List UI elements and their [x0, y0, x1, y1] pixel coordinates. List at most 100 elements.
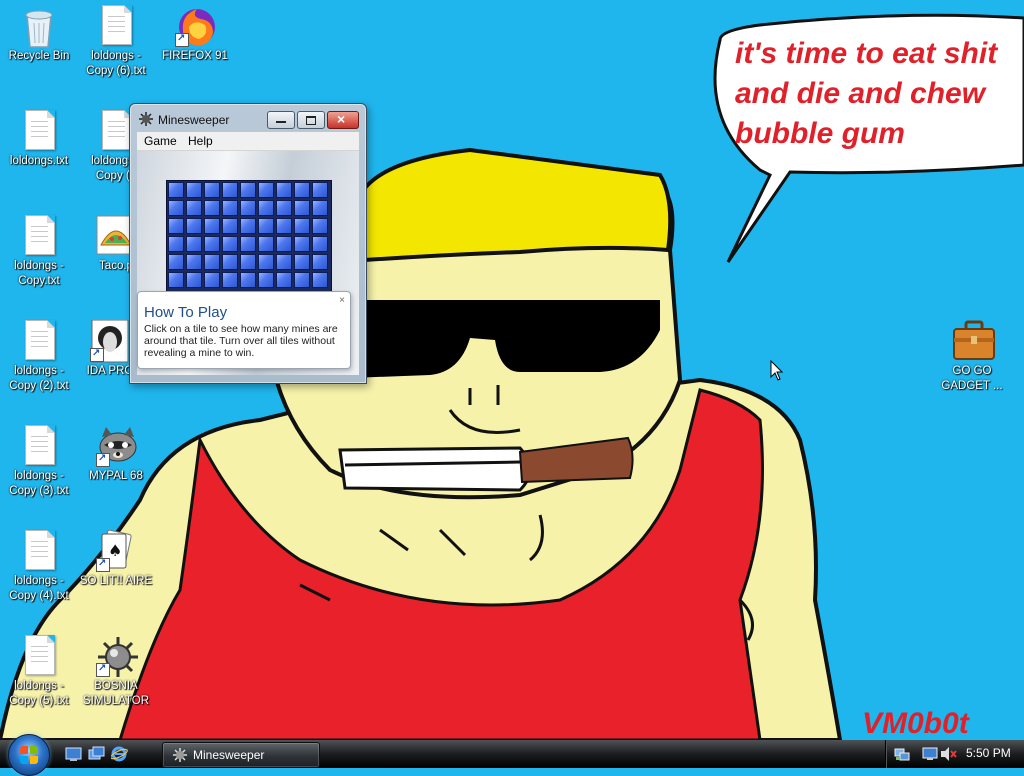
internet-explorer-icon[interactable] — [110, 746, 128, 762]
mine-tile[interactable] — [312, 236, 328, 252]
mine-tile[interactable] — [168, 218, 184, 234]
text-file-icon[interactable]: loldongs - Copy (3).txt — [1, 425, 77, 499]
mine-tile[interactable] — [258, 218, 274, 234]
mine-tile[interactable] — [186, 200, 202, 216]
mine-tile[interactable] — [312, 272, 328, 288]
gadget-icon-item[interactable]: GO GO GADGET ... — [934, 320, 1010, 394]
mine-tile[interactable] — [222, 254, 238, 270]
menu-game[interactable]: Game — [144, 134, 177, 148]
text-file-icon[interactable]: loldongs.txt — [1, 110, 77, 169]
text-file-icon[interactable]: loldongs - Copy.txt — [1, 215, 77, 289]
mine-tile[interactable] — [204, 200, 220, 216]
mine-tile[interactable] — [204, 272, 220, 288]
mine-tile[interactable] — [168, 236, 184, 252]
mine-tile[interactable] — [186, 272, 202, 288]
icon-label: loldongs - Copy (6).txt — [86, 50, 146, 77]
icon-label: loldongs - Copy (5).txt — [9, 680, 69, 707]
volume-muted-icon[interactable] — [940, 746, 958, 767]
mine-tile[interactable] — [294, 254, 310, 270]
mine-tile[interactable] — [204, 236, 220, 252]
mine-tile[interactable] — [294, 182, 310, 198]
firefox-shortcut-icon[interactable]: FIREFOX 91 — [157, 5, 233, 64]
mine-tile[interactable] — [186, 182, 202, 198]
mine-tile[interactable] — [312, 182, 328, 198]
icon-label: SO LIT!! AIRE — [79, 575, 153, 587]
mine-tile[interactable] — [222, 182, 238, 198]
icon-label: BOSNIA SIMULATOR — [82, 680, 150, 707]
mine-tile[interactable] — [240, 218, 256, 234]
mine-tile[interactable] — [240, 272, 256, 288]
minimize-icon — [276, 121, 286, 123]
tooltip-close-icon[interactable]: × — [339, 295, 345, 306]
close-icon: × — [337, 111, 346, 127]
mine-tile[interactable] — [294, 200, 310, 216]
network-tray-icon[interactable] — [894, 746, 910, 767]
text-file-icon[interactable]: loldongs - Copy (6).txt — [78, 5, 154, 79]
maximize-button[interactable] — [297, 111, 325, 129]
menu-bar: Game Help — [137, 132, 359, 151]
icon-label: loldongs - Copy (2).txt — [9, 365, 69, 392]
mine-tile[interactable] — [222, 272, 238, 288]
text-file-icon[interactable]: loldongs - Copy (2).txt — [1, 320, 77, 394]
clock[interactable]: 5:50 PM — [966, 746, 1011, 760]
mypal-shortcut-icon[interactable]: MYPAL 68 — [78, 425, 154, 484]
mine-tile[interactable] — [186, 218, 202, 234]
mine-tile[interactable] — [240, 236, 256, 252]
mine-tile[interactable] — [294, 218, 310, 234]
mine-tile[interactable] — [258, 236, 274, 252]
mine-tile[interactable] — [258, 200, 274, 216]
mine-tile[interactable] — [168, 272, 184, 288]
mine-tile[interactable] — [276, 200, 292, 216]
mine-tile[interactable] — [276, 236, 292, 252]
mine-tile[interactable] — [258, 254, 274, 270]
icon-label: loldongs.txt — [9, 155, 69, 167]
text-file-icon[interactable]: loldongs - Copy (5).txt — [1, 635, 77, 709]
mine-tile[interactable] — [258, 272, 274, 288]
start-button[interactable] — [8, 734, 50, 776]
speech-line-3: bubble gum — [735, 117, 905, 150]
taskbar-button-label: Minesweeper — [193, 748, 265, 762]
mine-tile[interactable] — [204, 218, 220, 234]
shortcut-arrow-icon — [90, 346, 104, 362]
mine-tile[interactable] — [222, 236, 238, 252]
mine-tile[interactable] — [222, 200, 238, 216]
show-desktop-icon[interactable] — [65, 746, 82, 762]
close-button[interactable]: × — [327, 111, 359, 129]
icon-label: loldongs - Copy (3).txt — [9, 470, 69, 497]
mine-tile[interactable] — [222, 218, 238, 234]
bosnia-simulator-shortcut-icon[interactable]: BOSNIA SIMULATOR — [78, 635, 154, 709]
mine-tile[interactable] — [186, 254, 202, 270]
display-tray-icon[interactable] — [922, 746, 938, 767]
mine-tile[interactable] — [294, 236, 310, 252]
mine-tile[interactable] — [168, 200, 184, 216]
mine-tile[interactable] — [168, 182, 184, 198]
mine-tile[interactable] — [294, 272, 310, 288]
mine-tile[interactable] — [240, 182, 256, 198]
text-file-icon[interactable]: loldongs - Copy (4).txt — [1, 530, 77, 604]
text-document-icon — [19, 320, 59, 360]
minefield-grid[interactable] — [166, 180, 332, 294]
mine-tile[interactable] — [312, 218, 328, 234]
tooltip-body: Click on a tile to see how many mines ar… — [144, 323, 338, 359]
taskbar-button-minesweeper[interactable]: Minesweeper — [162, 742, 320, 768]
mine-tile[interactable] — [186, 236, 202, 252]
minimize-button[interactable] — [267, 111, 295, 129]
mine-tile[interactable] — [204, 254, 220, 270]
how-to-play-tooltip[interactable]: × How To Play Click on a tile to see how… — [137, 291, 351, 369]
mine-tile[interactable] — [168, 254, 184, 270]
mine-tile[interactable] — [276, 272, 292, 288]
mine-tile[interactable] — [240, 254, 256, 270]
mine-tile[interactable] — [312, 200, 328, 216]
speech-line-2: and die and chew — [735, 77, 987, 110]
mine-tile[interactable] — [240, 200, 256, 216]
mine-tile[interactable] — [276, 182, 292, 198]
mine-tile[interactable] — [276, 254, 292, 270]
mine-tile[interactable] — [276, 218, 292, 234]
switch-windows-icon[interactable] — [88, 746, 105, 762]
solitaire-shortcut-icon[interactable]: ♠ SO LIT!! AIRE — [78, 529, 154, 589]
mine-tile[interactable] — [258, 182, 274, 198]
menu-help[interactable]: Help — [188, 134, 213, 148]
mine-tile[interactable] — [204, 182, 220, 198]
mine-tile[interactable] — [312, 254, 328, 270]
recycle-bin-icon[interactable]: Recycle Bin — [1, 5, 77, 64]
